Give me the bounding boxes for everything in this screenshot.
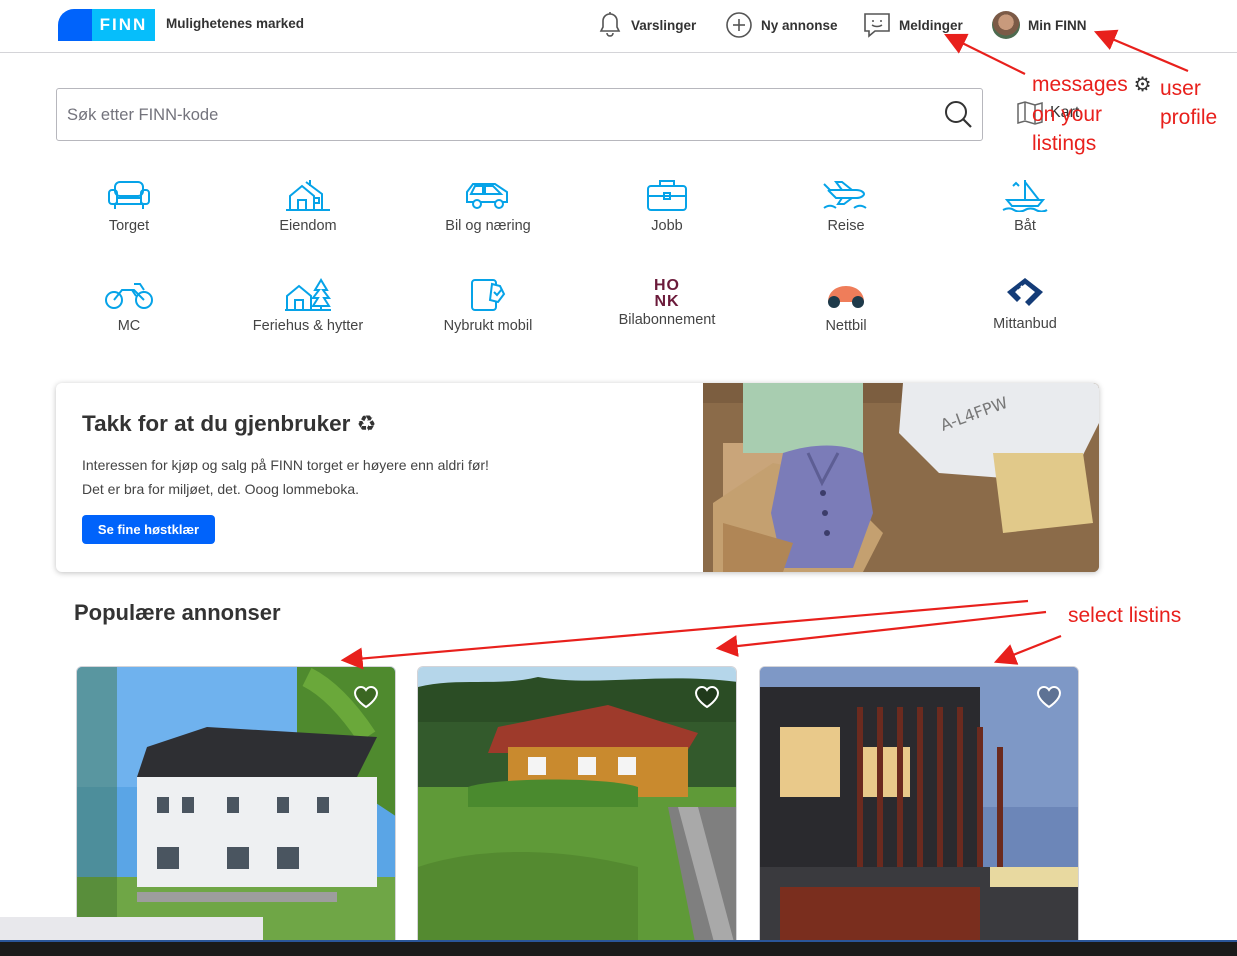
promo-line-2: Det er bra for miljøet, det. Ooog lommeb… (82, 481, 359, 497)
promo-image: A-L4FPW (703, 383, 1099, 572)
annotation-messages: messages ⚙ on your listings (1032, 70, 1152, 158)
search-box (56, 88, 983, 141)
category-label: Jobb (651, 218, 683, 234)
listing-card[interactable] (759, 666, 1079, 956)
category-bil[interactable]: Bil og næring (408, 178, 568, 234)
honk-logo: HO NK (647, 276, 687, 308)
promo-line-1: Interessen for kjøp og salg på FINN torg… (82, 457, 489, 473)
search-input[interactable] (67, 101, 927, 129)
house-icon (286, 180, 330, 211)
svg-text:NK: NK (654, 293, 679, 308)
category-nettbil[interactable]: Nettbil (766, 278, 926, 334)
promo-button[interactable]: Se fine høstklær (82, 515, 215, 544)
category-baat[interactable]: Båt (945, 178, 1105, 234)
category-jobb[interactable]: Jobb (587, 178, 747, 234)
category-mc[interactable]: MC (49, 278, 209, 334)
nav-meldinger[interactable]: Meldinger (863, 10, 963, 40)
category-mittanbud[interactable]: Mittanbud (945, 276, 1105, 332)
listing-card[interactable] (76, 666, 396, 956)
category-reise[interactable]: Reise (766, 178, 926, 234)
nav-ny-annonse[interactable]: Ny annonse (725, 10, 838, 40)
motorcycle-icon (105, 283, 153, 309)
nav-label: Varslinger (631, 17, 697, 33)
bottom-overlay (0, 917, 263, 941)
promo-card: Takk for at du gjenbruker ♻ Interessen f… (56, 383, 1099, 572)
category-eiendom[interactable]: Eiendom (228, 178, 388, 234)
logo-mark (58, 9, 92, 41)
car-icon (466, 183, 508, 209)
nav-label: Ny annonse (761, 17, 838, 33)
nav-min-finn[interactable]: Min FINN (992, 10, 1087, 40)
heart-icon[interactable] (694, 685, 720, 709)
category-torget[interactable]: Torget (49, 178, 209, 234)
plus-circle-icon (726, 12, 752, 38)
sofa-icon (108, 181, 150, 209)
category-label: Båt (1014, 218, 1036, 234)
annotation-line: profile (1160, 106, 1218, 129)
boat-icon (1002, 180, 1048, 212)
category-label: Feriehus & hytter (252, 318, 364, 334)
category-label: Nettbil (825, 318, 867, 334)
tagline: Mulighetenes marked (166, 16, 305, 31)
category-label: Nybrukt mobil (443, 318, 533, 334)
nav-label: Min FINN (1028, 17, 1087, 33)
nettbil-logo (828, 286, 864, 308)
popular-title: Populære annonser (74, 600, 281, 625)
logo-text: FINN (92, 9, 155, 41)
category-label: Bilabonnement (618, 312, 716, 328)
category-nybrukt-mobil[interactable]: Nybrukt mobil (408, 278, 568, 334)
recycle-icon: ♻ (356, 411, 377, 436)
annotation-line: messages ⚙ (1032, 73, 1152, 96)
listing-card[interactable] (417, 666, 737, 956)
category-label: Reise (827, 218, 865, 234)
page: FINN Mulighetenes marked Varslinger Ny a… (0, 0, 1237, 956)
finn-logo[interactable]: FINN (58, 9, 155, 41)
heart-icon[interactable] (1036, 685, 1062, 709)
promo-title: Takk for at du gjenbruker ♻ (82, 411, 377, 436)
bell-icon (599, 12, 621, 37)
category-label: Eiendom (279, 218, 337, 234)
avatar (992, 11, 1020, 39)
promo-text: Interessen for kjøp og salg på FINN torg… (82, 453, 489, 501)
terminal-status-bar (0, 940, 1237, 956)
annotation-line: listings (1032, 132, 1097, 155)
message-icon (864, 13, 890, 38)
yellow-cabin-photo (418, 667, 736, 955)
annotation-line: user (1160, 77, 1201, 100)
svg-text:HO: HO (654, 277, 680, 294)
annotation-user: user profile (1160, 74, 1217, 132)
category-label: MC (117, 318, 141, 334)
category-feriehus[interactable]: Feriehus & hytter (228, 278, 388, 334)
category-bilabonnement[interactable]: HO NK Bilabonnement (587, 276, 747, 328)
category-label: Mittanbud (993, 316, 1057, 332)
mittanbud-logo (1007, 278, 1043, 306)
annotation-select: select listins (1068, 604, 1182, 627)
cabin-icon (285, 278, 331, 311)
phone-icon (471, 279, 506, 311)
modern-house-photo (760, 667, 1078, 955)
nav-varslinger[interactable]: Varslinger (597, 10, 696, 40)
annotation-line: on your (1032, 103, 1103, 126)
heart-icon[interactable] (353, 685, 379, 709)
nav-label: Meldinger (899, 17, 963, 33)
plane-icon (823, 181, 867, 209)
category-label: Torget (108, 218, 150, 234)
white-house-photo (77, 667, 395, 955)
search-icon[interactable] (944, 100, 974, 130)
gear-icon: ⚙ (1133, 74, 1152, 96)
category-label: Bil og næring (445, 218, 531, 234)
header: FINN Mulighetenes marked Varslinger Ny a… (0, 0, 1237, 53)
briefcase-icon (647, 180, 687, 211)
